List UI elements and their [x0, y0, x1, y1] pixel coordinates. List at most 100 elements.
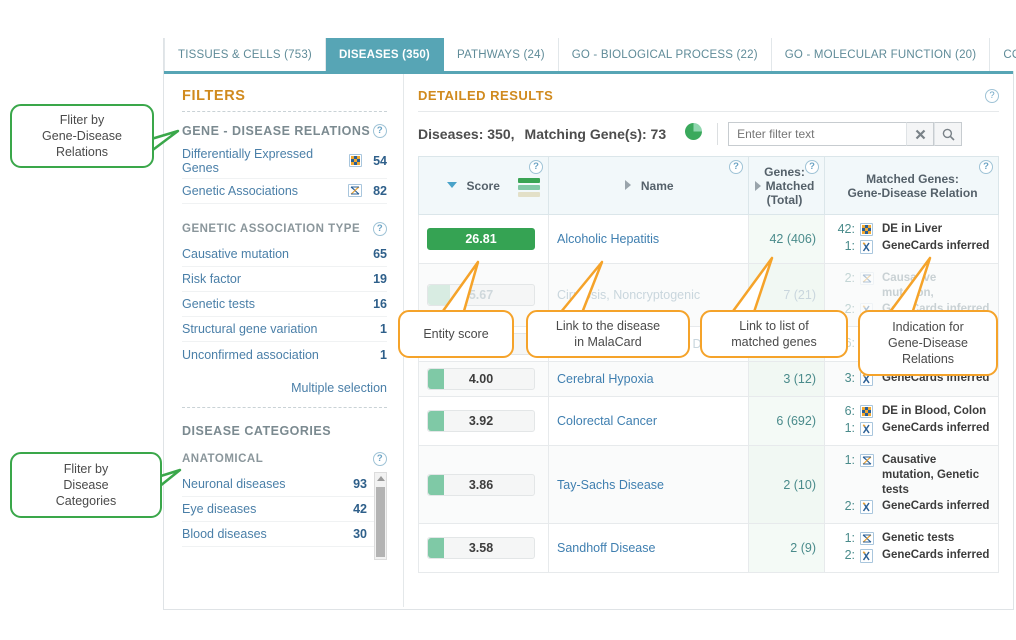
score-value: 3.58	[469, 541, 493, 555]
sort-icon[interactable]	[625, 180, 631, 190]
sort-descending-icon[interactable]	[447, 182, 457, 188]
column-header-name[interactable]: ? Name	[549, 157, 749, 215]
callout-indication-gene-disease: Indication for Gene-Disease Relations	[858, 310, 998, 376]
cell-disease-name[interactable]: Sandhoff Disease	[549, 524, 749, 573]
anatomical-header: ANATOMICAL ?	[182, 452, 387, 466]
score-value: 26.81	[465, 232, 496, 246]
help-icon[interactable]: ?	[985, 89, 999, 103]
cell-genes-matched[interactable]: 6 (692)	[749, 397, 825, 446]
score-value: 5.67	[469, 288, 493, 302]
filter-label: Differentially Expressed Genes	[182, 144, 345, 178]
cell-score: 3.86	[419, 446, 549, 524]
cell-matched-genes-relation: 6:DE in Blood, Colon1:GeneCards inferred	[825, 397, 999, 446]
score-bar: 26.81	[427, 228, 535, 250]
column-header-score[interactable]: ? Score	[419, 157, 549, 215]
score-value: 4.00	[469, 372, 493, 386]
help-icon[interactable]: ?	[979, 160, 993, 174]
callout-entity-score: Entity score	[398, 310, 514, 358]
score-bar: 5.67	[427, 284, 535, 306]
help-icon[interactable]: ?	[373, 124, 387, 138]
category-scrollbar[interactable]	[374, 472, 387, 560]
category-count: 93	[345, 477, 367, 491]
diseases-count: Diseases: 350,	[418, 126, 515, 142]
filter-count: 16	[365, 297, 387, 311]
cell-disease-name[interactable]: Colorectal Cancer	[549, 397, 749, 446]
cell-genes-matched[interactable]: 2 (10)	[749, 446, 825, 524]
tab-tissues-cells[interactable]: TISSUES & CELLS (753)	[164, 38, 326, 71]
filters-sidebar: FILTERS GENE - DISEASE RELATIONS ? Diffe…	[164, 74, 404, 607]
filter-genetic-associations[interactable]: Genetic Associations 82	[182, 179, 387, 204]
column-header-genes-matched[interactable]: ? Genes: Matched (Total)	[749, 157, 825, 215]
cell-genes-matched[interactable]: 3 (12)	[749, 362, 825, 397]
tab-bar: TISSUES & CELLS (753) DISEASES (350) PAT…	[164, 38, 1013, 74]
relation-count: 1:	[833, 531, 855, 546]
filter-structural-gene-variation[interactable]: Structural gene variation 1	[182, 317, 387, 342]
search-icon[interactable]	[934, 122, 962, 146]
tab-go-biological-process[interactable]: GO - BIOLOGICAL PROCESS (22)	[559, 38, 772, 71]
callout-text: Link to list of matched genes	[731, 318, 816, 350]
genecards-icon	[860, 549, 873, 563]
tab-compounds[interactable]: COMPOUNDS (59)	[990, 38, 1016, 71]
filter-risk-factor[interactable]: Risk factor 19	[182, 267, 387, 292]
search-input[interactable]	[728, 122, 906, 146]
divider	[182, 111, 387, 112]
help-icon[interactable]: ?	[729, 160, 743, 174]
callout-text: Fliter by Gene-Disease Relations	[42, 112, 122, 160]
separator	[717, 123, 718, 145]
help-icon[interactable]: ?	[805, 160, 819, 174]
filter-count: 1	[365, 348, 387, 362]
relation-line: 2: GeneCards inferred	[833, 499, 990, 516]
scroll-up-icon[interactable]	[377, 476, 385, 481]
filter-label: Causative mutation	[182, 244, 365, 264]
clear-icon[interactable]	[906, 122, 934, 146]
pie-chart-icon[interactable]	[684, 122, 703, 146]
sort-icon[interactable]	[755, 181, 761, 191]
callout-text: Indication for Gene-Disease Relations	[888, 319, 968, 367]
column-header-matched-genes-relation[interactable]: ? Matched Genes: Gene-Disease Relation	[825, 157, 999, 215]
help-icon[interactable]: ?	[373, 452, 387, 466]
category-neuronal-diseases[interactable]: Neuronal diseases 93	[182, 472, 387, 497]
cell-disease-name[interactable]: Tay-Sachs Disease	[549, 446, 749, 524]
category-eye-diseases[interactable]: Eye diseases 42	[182, 497, 387, 522]
dna-icon	[860, 454, 874, 467]
category-blood-diseases[interactable]: Blood diseases 30	[182, 522, 387, 547]
genecards-icon	[860, 240, 873, 254]
heatmap-icon	[345, 154, 365, 168]
relation-label: GeneCards inferred	[882, 499, 989, 514]
filter-causative-mutation[interactable]: Causative mutation 65	[182, 242, 387, 267]
disease-categories-header: DISEASE CATEGORIES	[182, 424, 387, 438]
filter-unconfirmed-association[interactable]: Unconfirmed association 1	[182, 342, 387, 367]
cell-genes-matched[interactable]: 2 (9)	[749, 524, 825, 573]
cell-score: 3.92	[419, 397, 549, 446]
tab-go-molecular-function[interactable]: GO - MOLECULAR FUNCTION (20)	[772, 38, 991, 71]
relation-line: 1:GeneCards inferred	[833, 239, 990, 256]
relation-line: 42:DE in Liver	[833, 222, 990, 238]
filter-count: 65	[365, 247, 387, 261]
heatmap-icon	[860, 405, 873, 418]
relation-line: 1:GeneCards inferred	[833, 421, 990, 438]
scrollbar-thumb[interactable]	[376, 487, 385, 557]
tab-diseases[interactable]: DISEASES (350)	[326, 38, 444, 71]
callout-filter-gene-disease-relations: Fliter by Gene-Disease Relations	[10, 104, 154, 168]
filter-genetic-tests[interactable]: Genetic tests 16	[182, 292, 387, 317]
filter-differentially-expressed-genes[interactable]: Differentially Expressed Genes 54	[182, 144, 387, 179]
help-icon[interactable]: ?	[529, 160, 543, 174]
relation-line: 2:GeneCards inferred	[833, 548, 990, 565]
tab-pathways[interactable]: PATHWAYS (24)	[444, 38, 559, 71]
help-icon[interactable]: ?	[373, 222, 387, 236]
score-bar: 4.00	[427, 368, 535, 390]
cell-score: 3.58	[419, 524, 549, 573]
filter-label: Structural gene variation	[182, 319, 365, 339]
multiple-selection-link[interactable]: Multiple selection	[182, 367, 387, 405]
column-label-line2: Matched	[766, 179, 815, 193]
relation-count: 3:	[833, 371, 855, 386]
cell-disease-name[interactable]: Cerebral Hypoxia	[549, 362, 749, 397]
relation-label: Genetic tests	[882, 531, 954, 546]
relation-count: 2:	[833, 499, 855, 514]
tab-label: TISSUES & CELLS (753)	[178, 49, 312, 61]
table-row: 3.92Colorectal Cancer6 (692)6:DE in Bloo…	[419, 397, 999, 446]
cell-genes-matched[interactable]: 42 (406)	[749, 215, 825, 264]
divider	[182, 407, 387, 408]
cell-disease-name[interactable]: Alcoholic Hepatitis	[549, 215, 749, 264]
relation-count: 1:	[833, 421, 855, 436]
